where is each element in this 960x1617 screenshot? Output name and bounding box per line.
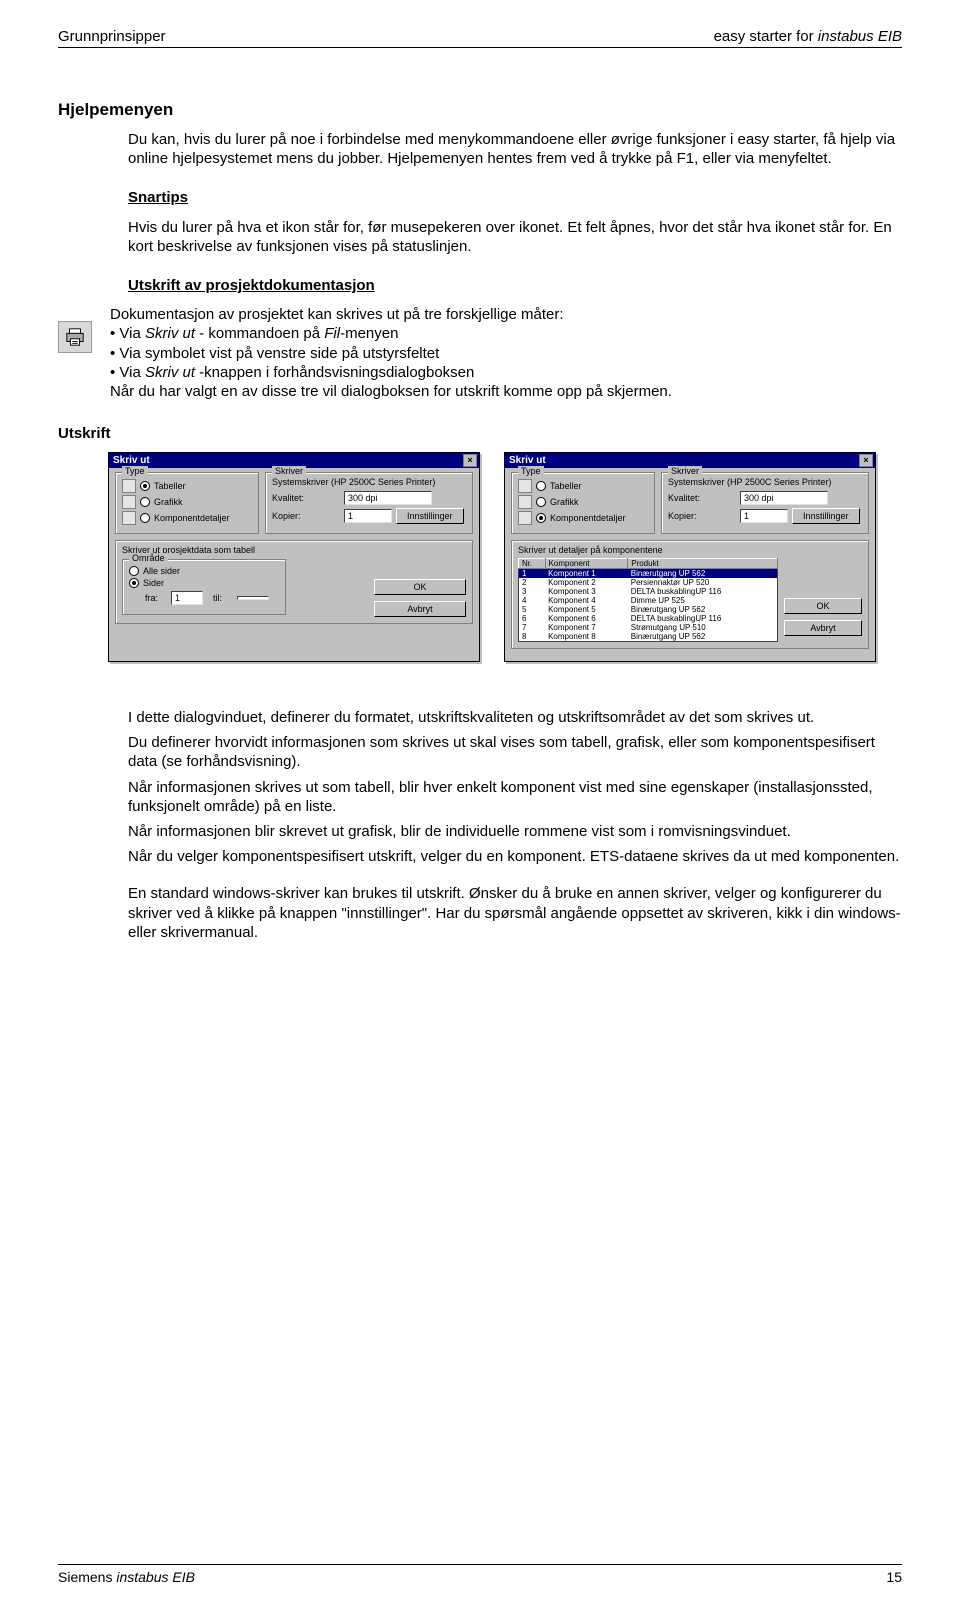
tabeller-icon [518, 479, 532, 493]
paragraph-2: Hvis du lurer på hva et ikon står for, f… [128, 218, 902, 256]
komponent-table[interactable]: Nr. Komponent Produkt 1Komponent 1Binæru… [518, 558, 778, 642]
print-dialog-1: Skriv ut × Type Tabeller Grafikk Kompone… [108, 452, 480, 662]
col-produkt[interactable]: Produkt [628, 559, 778, 569]
table-row[interactable]: 7Komponent 7Strømutgang UP 510 [519, 623, 778, 632]
skriver-groupbox-2: Skriver Systemskriver (HP 2500C Series P… [661, 472, 869, 534]
kvalitet-label-2: Kvalitet: [668, 493, 736, 503]
radio-grafikk[interactable]: Grafikk [122, 495, 252, 509]
page-footer: Siemens instabus EIB 15 [58, 1564, 902, 1585]
document-page: Grunnprinsipper easy starter for instabu… [0, 0, 960, 1617]
paragraph-8: En standard windows-skriver kan brukes t… [128, 884, 902, 942]
table-row[interactable]: 1Komponent 1Binærutgang UP 562 [519, 569, 778, 579]
innstillinger-button[interactable]: Innstillinger [396, 508, 464, 524]
type-label-2: Type [518, 466, 544, 476]
detail-label: Skriver ut detaljer på komponentene [518, 545, 862, 555]
paragraph-6: Når informasjonen blir skrevet ut grafis… [128, 822, 902, 841]
content-block-1: Du kan, hvis du lurer på noe i forbindel… [128, 130, 902, 295]
paragraph-4: Du definerer hvorvidt informasjonen som … [128, 733, 902, 771]
subhead-snartips: Snartips [128, 188, 902, 207]
section-title-utskrift: Utskrift [58, 425, 902, 442]
doc-bullets: Dokumentasjon av prosjektet kan skrives … [110, 305, 902, 401]
til-input[interactable] [237, 596, 269, 600]
close-icon[interactable]: × [859, 454, 873, 467]
avbryt-button[interactable]: Avbryt [374, 601, 466, 617]
ok-button-2[interactable]: OK [784, 598, 862, 614]
skriver-ut-label: Skriver ut prosjektdata som tabell [122, 545, 466, 555]
close-icon[interactable]: × [463, 454, 477, 467]
systemskriver-text-2: Systemskriver (HP 2500C Series Printer) [668, 477, 862, 487]
omrade-groupbox: Område Alle sider Sider fra:1til: [122, 559, 286, 615]
systemskriver-text: Systemskriver (HP 2500C Series Printer) [272, 477, 466, 487]
print-dialog-2: Skriv ut × Type Tabeller Grafikk Kompone… [504, 452, 876, 662]
radio-sider[interactable]: Sider [129, 578, 279, 588]
table-row[interactable]: 2Komponent 2Persiennaktør UP 520 [519, 578, 778, 587]
kompdet-icon [122, 511, 136, 525]
dialog2-title: Skriv ut [509, 455, 546, 466]
kompdet-icon [518, 511, 532, 525]
ok-button[interactable]: OK [374, 579, 466, 595]
fra-input[interactable]: 1 [171, 591, 203, 605]
til-label: til: [213, 593, 233, 603]
table-row[interactable]: 3Komponent 3DELTA buskablingUP 116 [519, 587, 778, 596]
table-row[interactable]: 5Komponent 5Binærutgang UP 562 [519, 605, 778, 614]
tabeller-icon [122, 479, 136, 493]
header-rule [58, 47, 902, 48]
paragraph-7: Når du velger komponentspesifisert utskr… [128, 847, 902, 866]
radio-komponentdetaljer-2[interactable]: Komponentdetaljer [518, 511, 648, 525]
dialogs-row: Skriv ut × Type Tabeller Grafikk Kompone… [108, 452, 902, 662]
kopier-label-2: Kopier: [668, 511, 736, 521]
dialog1-title: Skriv ut [113, 455, 150, 466]
type-label: Type [122, 466, 148, 476]
bullet-1: • Via Skriv ut - kommandoen på Fil-menye… [110, 324, 902, 343]
type-groupbox-2: Type Tabeller Grafikk Komponentdetaljer [511, 472, 655, 534]
tabell-info-box: Skriver ut prosjektdata som tabell Områd… [115, 540, 473, 624]
skriver-groupbox: Skriver Systemskriver (HP 2500C Series P… [265, 472, 473, 534]
kvalitet-dropdown-2[interactable]: 300 dpi [740, 491, 828, 505]
bullet-2: • Via symbolet vist på venstre side på u… [110, 344, 902, 363]
radio-grafikk-2[interactable]: Grafikk [518, 495, 648, 509]
table-row[interactable]: 6Komponent 6DELTA buskablingUP 116 [519, 614, 778, 623]
table-row[interactable]: 8Komponent 8Binærutgang UP 562 [519, 632, 778, 642]
content-block-2: I dette dialogvinduet, definerer du form… [128, 708, 902, 942]
avbryt-button-2[interactable]: Avbryt [784, 620, 862, 636]
col-nr[interactable]: Nr. [519, 559, 546, 569]
kopier-input-2[interactable]: 1 [740, 509, 788, 523]
kvalitet-label: Kvalitet: [272, 493, 340, 503]
footer-page-number: 15 [886, 1569, 902, 1585]
page-header: Grunnprinsipper easy starter for instabu… [58, 28, 902, 47]
innstillinger-button-2[interactable]: Innstillinger [792, 508, 860, 524]
header-right: easy starter for instabus EIB [714, 28, 902, 45]
fra-label: fra: [145, 593, 167, 603]
doc-after: Når du har valgt en av disse tre vil dia… [110, 382, 902, 401]
col-komponent[interactable]: Komponent [545, 559, 628, 569]
omrade-label: Område [129, 553, 168, 563]
grafikk-icon [122, 495, 136, 509]
radio-alle-sider[interactable]: Alle sider [129, 566, 279, 576]
skriver-label-2: Skriver [668, 466, 702, 476]
komp-detail-box: Skriver ut detaljer på komponentene Nr. … [511, 540, 869, 649]
doc-list-row: Dokumentasjon av prosjektet kan skrives … [58, 305, 902, 401]
footer-left: Siemens instabus EIB [58, 1569, 195, 1585]
radio-tabeller[interactable]: Tabeller [122, 479, 252, 493]
kopier-label: Kopier: [272, 511, 340, 521]
kvalitet-dropdown[interactable]: 300 dpi [344, 491, 432, 505]
header-left: Grunnprinsipper [58, 28, 166, 45]
kopier-input[interactable]: 1 [344, 509, 392, 523]
radio-komponentdetaljer[interactable]: Komponentdetaljer [122, 511, 252, 525]
paragraph-3: I dette dialogvinduet, definerer du form… [128, 708, 902, 727]
bullet-3: • Via Skriv ut -knappen i forhåndsvisnin… [110, 363, 902, 382]
skriver-label: Skriver [272, 466, 306, 476]
paragraph-5: Når informasjonen skrives ut som tabell,… [128, 778, 902, 816]
type-groupbox: Type Tabeller Grafikk Komponentdetaljer [115, 472, 259, 534]
grafikk-icon [518, 495, 532, 509]
print-icon [58, 321, 92, 353]
radio-tabeller-2[interactable]: Tabeller [518, 479, 648, 493]
section-title-hjelpemenyen: Hjelpemenyen [58, 100, 902, 120]
doc-intro: Dokumentasjon av prosjektet kan skrives … [110, 305, 902, 324]
paragraph-1: Du kan, hvis du lurer på noe i forbindel… [128, 130, 902, 168]
subhead-utskriftdok: Utskrift av prosjektdokumentasjon [128, 276, 902, 295]
table-row[interactable]: 4Komponent 4Dimme UP 525 [519, 596, 778, 605]
